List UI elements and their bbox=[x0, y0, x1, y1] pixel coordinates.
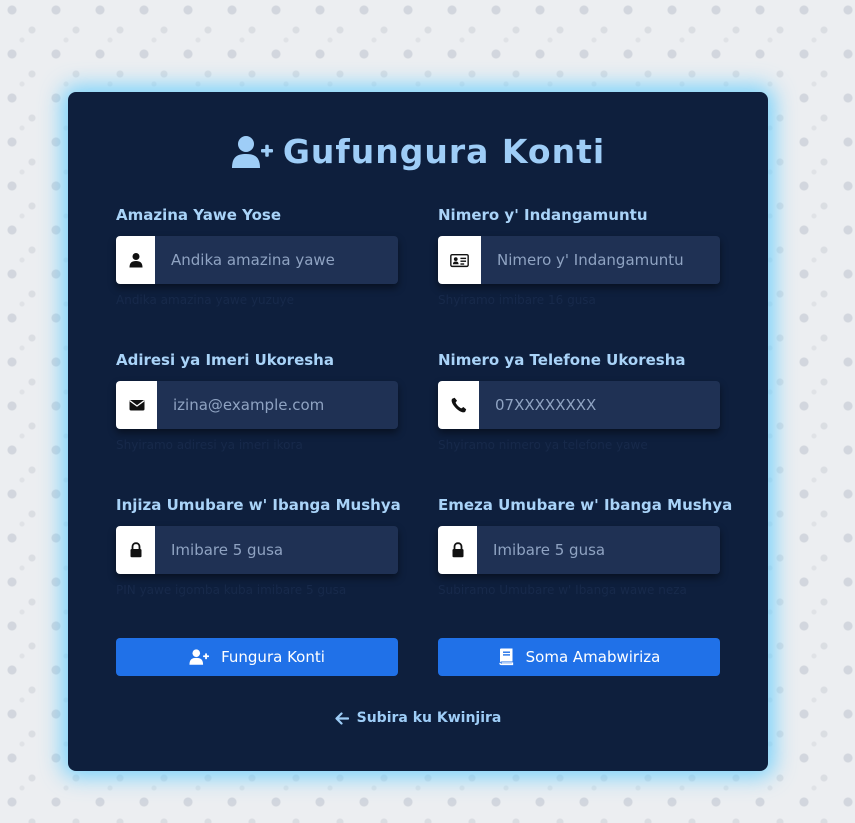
national-id-input-group bbox=[438, 236, 720, 284]
full-name-field: Amazina Yawe Yose Andika amazina yawe yu… bbox=[116, 204, 398, 308]
arrow-left-icon bbox=[335, 711, 349, 725]
email-help: Shyiramo adiresi ya imeri ikora bbox=[116, 438, 303, 452]
lock-icon bbox=[438, 526, 477, 574]
lock-icon bbox=[116, 526, 155, 574]
phone-field: Nimero ya Telefone Ukoresha Shyiramo nim… bbox=[438, 349, 720, 453]
user-plus-icon bbox=[231, 135, 273, 168]
email-input[interactable] bbox=[157, 381, 398, 429]
full-name-help: Andika amazina yawe yuzuye bbox=[116, 293, 295, 307]
register-button-label: Fungura Konti bbox=[221, 648, 325, 666]
phone-label: Nimero ya Telefone Ukoresha bbox=[438, 351, 686, 369]
new-pin-input-group bbox=[116, 526, 398, 574]
confirm-pin-input-group bbox=[438, 526, 720, 574]
national-id-label: Nimero y' Indangamuntu bbox=[438, 206, 648, 224]
phone-icon bbox=[438, 381, 479, 429]
register-card: Gufungura Konti Amazina Yawe Yose Andika… bbox=[68, 92, 768, 771]
email-label: Adiresi ya Imeri Ukoresha bbox=[116, 351, 334, 369]
user-icon bbox=[116, 236, 155, 284]
confirm-pin-input[interactable] bbox=[477, 526, 720, 574]
book-icon bbox=[498, 648, 513, 666]
page-title: Gufungura Konti bbox=[68, 132, 768, 171]
phone-input[interactable] bbox=[479, 381, 720, 429]
email-input-group bbox=[116, 381, 398, 429]
back-to-login-label: Subira ku Kwinjira bbox=[356, 710, 502, 726]
page-title-text: Gufungura Konti bbox=[282, 132, 606, 171]
confirm-pin-help: Subiramo Umubare w' Ibanga wawe neza bbox=[438, 583, 687, 597]
phone-help: Shyiramo nimero ya telefone yawe bbox=[438, 438, 648, 452]
user-plus-icon bbox=[189, 649, 210, 665]
phone-input-group bbox=[438, 381, 720, 429]
email-field: Adiresi ya Imeri Ukoresha Shyiramo adire… bbox=[116, 349, 398, 453]
new-pin-label: Injiza Umubare w' Ibanga Mushya bbox=[116, 496, 401, 514]
full-name-label: Amazina Yawe Yose bbox=[116, 206, 282, 224]
full-name-input-group bbox=[116, 236, 398, 284]
confirm-pin-field: Emeza Umubare w' Ibanga Mushya Subiramo … bbox=[438, 494, 733, 598]
national-id-field: Nimero y' Indangamuntu Shyiramo imibare … bbox=[438, 204, 720, 308]
envelope-icon bbox=[116, 381, 157, 429]
national-id-help: Shyiramo imibare 16 gusa bbox=[438, 293, 596, 307]
terms-button[interactable]: Soma Amabwiriza bbox=[438, 638, 720, 676]
id-card-icon bbox=[438, 236, 481, 284]
back-to-login-link[interactable]: Subira ku Kwinjira bbox=[68, 710, 768, 726]
new-pin-help: PIN yawe igomba kuba imibare 5 gusa bbox=[116, 583, 347, 597]
register-button[interactable]: Fungura Konti bbox=[116, 638, 398, 676]
confirm-pin-label: Emeza Umubare w' Ibanga Mushya bbox=[438, 496, 733, 514]
new-pin-input[interactable] bbox=[155, 526, 398, 574]
full-name-input[interactable] bbox=[155, 236, 398, 284]
national-id-input[interactable] bbox=[481, 236, 720, 284]
terms-button-label: Soma Amabwiriza bbox=[525, 648, 661, 666]
new-pin-field: Injiza Umubare w' Ibanga Mushya PIN yawe… bbox=[116, 494, 401, 598]
